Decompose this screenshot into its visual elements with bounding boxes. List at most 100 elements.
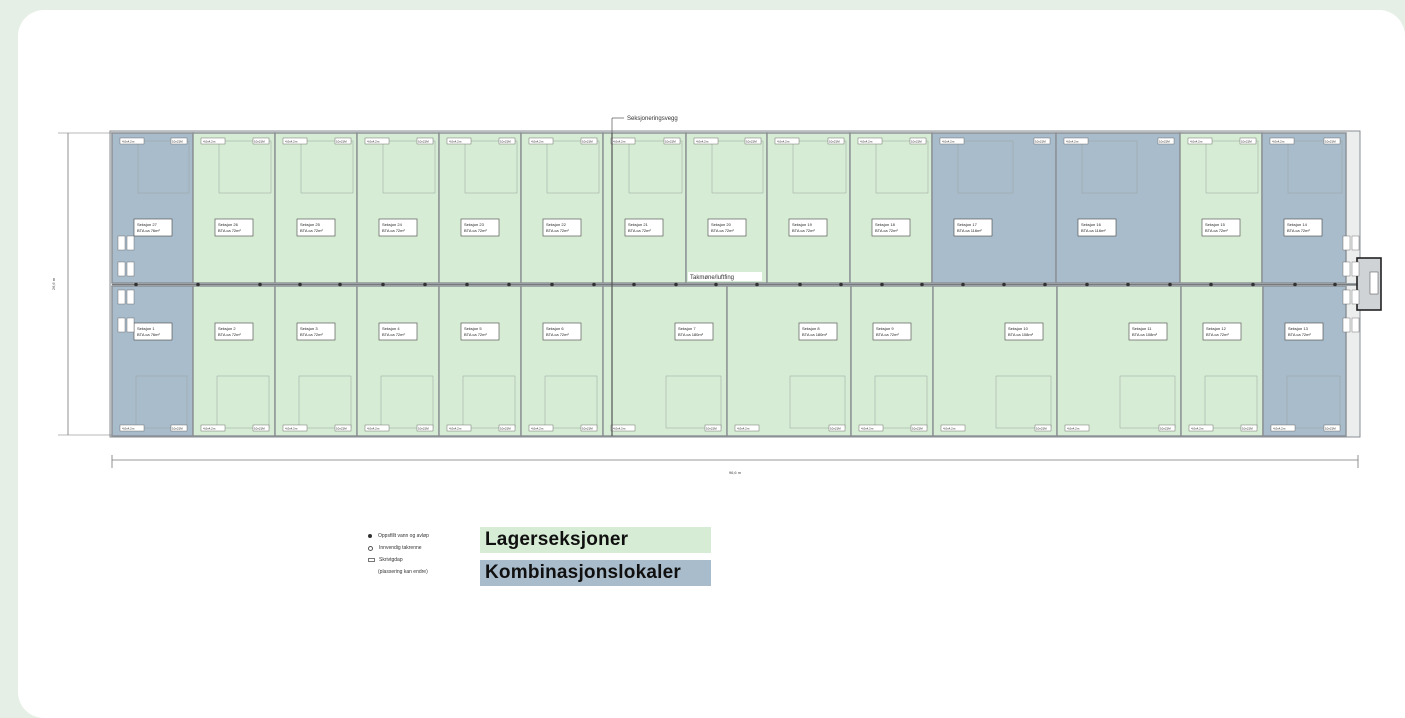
section-area: BTA ca 72m² <box>711 228 734 233</box>
section-area: BTA ca 72m² <box>1287 228 1310 233</box>
window-tag-label: 10x21M <box>1160 427 1171 431</box>
door-tag-label: 4,0x4,2m <box>449 427 462 431</box>
section-label: Seksjon 5 <box>464 326 482 331</box>
window-tag-label: 10x21M <box>500 140 511 144</box>
water-drain-point <box>258 282 262 287</box>
door-tag-label: 4,0x4,2m <box>449 140 462 144</box>
door-tag-label: 4,0x4,2m <box>860 140 873 144</box>
water-drain-point <box>1043 282 1047 287</box>
door-tag-label: 4,0x4,2m <box>531 140 544 144</box>
legend-item-writing: Skrivtgdap <box>368 557 403 563</box>
cabinet <box>126 317 135 333</box>
window-tag-label: 10x21M <box>254 140 265 144</box>
water-drain-point <box>798 282 802 287</box>
door-tag-label: 4,0x4,2m <box>777 140 790 144</box>
water-drain-point <box>298 282 302 287</box>
door-tag-label: 4,0x4,2m <box>1191 427 1204 431</box>
window-tag-label: 10x21M <box>172 427 183 431</box>
window-tag-label: 10x21M <box>418 427 429 431</box>
section-label: Seksjon 7 <box>678 326 696 331</box>
section-room <box>766 132 851 284</box>
water-drain-point <box>592 282 596 287</box>
section-area: BTA ca 72m² <box>382 228 405 233</box>
section-area: BTA ca 72m² <box>1288 332 1311 337</box>
section-area: BTA ca 72m² <box>628 228 651 233</box>
ridge-annotation: Takmøne/luftfing <box>690 275 734 281</box>
window-tag-label: 10x21M <box>1325 427 1336 431</box>
water-drain-point <box>1085 282 1089 287</box>
section-area: BTA ca 180m² <box>678 332 704 337</box>
window-tag-label: 10x21M <box>829 140 840 144</box>
door-tag-label: 4,0x4,2m <box>1272 140 1285 144</box>
section-label: Seksjon 23 <box>464 222 485 227</box>
water-drain-point <box>1209 282 1213 287</box>
window-tag-label: 10x21M <box>336 140 347 144</box>
cabinet <box>117 289 126 305</box>
section-label: Seksjon 22 <box>546 222 567 227</box>
section-area: BTA ca 72m² <box>546 228 569 233</box>
section-label: Seksjon 26 <box>218 222 239 227</box>
window-tag-label: 10x21M <box>1241 140 1252 144</box>
section-label: Seksjon 12 <box>1206 326 1227 331</box>
cabinet <box>1342 289 1351 305</box>
door-tag-label: 4,0x4,2m <box>696 140 709 144</box>
water-drain-point <box>714 282 718 287</box>
section-label: Seksjon 17 <box>957 222 978 227</box>
section-label: Seksjon 13 <box>1288 326 1309 331</box>
water-drain-point <box>134 282 138 287</box>
section-room <box>111 285 194 437</box>
section-room <box>1056 285 1182 437</box>
section-room <box>192 285 276 437</box>
section-room <box>1180 285 1264 437</box>
section-label: Seksjon 11 <box>1132 326 1152 331</box>
section-room <box>685 132 768 284</box>
cabinet <box>1351 317 1360 333</box>
cabinet <box>126 289 135 305</box>
section-room <box>274 285 358 437</box>
door-tag-label: 4,0x4,2m <box>1067 427 1080 431</box>
section-room <box>849 132 933 284</box>
door-tag-label: 4,0x4,2m <box>285 427 298 431</box>
water-drain-point <box>880 282 884 287</box>
door-tag-label: 4,0x4,2m <box>531 427 544 431</box>
window-tag-label: 10x21M <box>254 427 265 431</box>
section-area: BTA ca 72m² <box>1206 332 1229 337</box>
door-tag-label: 4,0x4,2m <box>943 427 956 431</box>
section-room <box>602 285 728 437</box>
water-drain-point <box>1168 282 1172 287</box>
window-tag-label: 10x21M <box>1325 140 1336 144</box>
gutter-icon <box>368 545 373 551</box>
floor-plan: 4,0x4,2m 10x21MSeksjon 27BTA ca 76m²4,0x4… <box>51 116 1382 475</box>
water-drain-point <box>1333 282 1337 287</box>
section-room <box>1261 132 1347 284</box>
section-label: Seksjon 25 <box>300 222 321 227</box>
section-label: Seksjon 3 <box>300 326 318 331</box>
window-tag-label: 10x21M <box>1035 140 1046 144</box>
door-tag-label: 4,0x4,2m <box>203 140 216 144</box>
section-area: BTA ca 108m² <box>1008 332 1034 337</box>
section-room <box>1179 132 1263 284</box>
door-tag-label: 4,0x4,2m <box>367 140 380 144</box>
section-area: BTA ca 180m² <box>802 332 828 337</box>
section-room <box>274 132 358 284</box>
section-area: BTA ca 76m² <box>137 228 160 233</box>
section-room <box>931 132 1057 284</box>
section-area: BTA ca 72m² <box>876 332 899 337</box>
door-tag-label: 4,0x4,2m <box>942 140 955 144</box>
section-room <box>850 285 934 437</box>
legend-combo-badge: Kombinasjonslokaler <box>480 560 711 586</box>
door-tag-label: 4,0x4,2m <box>367 427 380 431</box>
section-label: Seksjon 9 <box>876 326 894 331</box>
window-tag-label: 10x21M <box>746 140 757 144</box>
door-tag-label: 4,0x4,2m <box>737 427 750 431</box>
cabinet <box>117 235 126 251</box>
water-drain-point <box>465 282 469 287</box>
writing-cabinet-icon <box>368 558 375 562</box>
window-tag-label: 10x21M <box>911 140 922 144</box>
door-tag-label: 4,0x4,2m <box>613 427 626 431</box>
door-tag-label: 4,0x4,2m <box>1066 140 1079 144</box>
window-tag-label: 10x21M <box>1036 427 1047 431</box>
water-drain-point <box>423 282 427 287</box>
section-label: Seksjon 2 <box>218 326 236 331</box>
window-tag-label: 10x21M <box>582 140 593 144</box>
